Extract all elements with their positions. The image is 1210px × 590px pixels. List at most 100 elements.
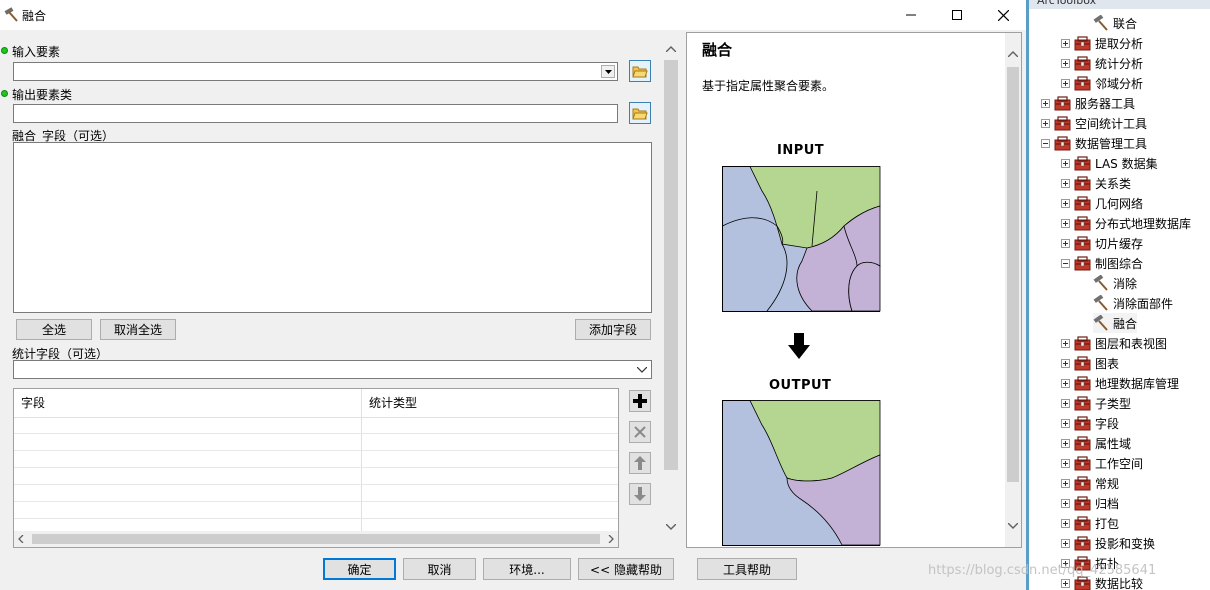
help-vertical-scrollbar[interactable]: [1005, 33, 1021, 547]
scroll-thumb[interactable]: [664, 60, 678, 470]
table-row[interactable]: [14, 485, 618, 502]
tree-item-toolset[interactable]: 关系类: [1061, 173, 1131, 193]
tree-item-toolset[interactable]: 图表: [1061, 353, 1119, 373]
tree-item-tool[interactable]: 消除面部件: [1093, 293, 1173, 313]
collapse-icon[interactable]: [1061, 258, 1070, 268]
expand-icon[interactable]: [1061, 438, 1070, 448]
tree-item-toolset[interactable]: 属性域: [1061, 433, 1131, 453]
table-row[interactable]: [14, 451, 618, 468]
expand-icon[interactable]: [1061, 538, 1070, 548]
tree-item-tool[interactable]: 融合: [1093, 313, 1138, 333]
scroll-up-icon[interactable]: [1008, 51, 1018, 57]
table-horizontal-scrollbar[interactable]: [14, 531, 618, 547]
tree-item-toolset[interactable]: 图层和表视图: [1061, 333, 1167, 353]
help-panel: 融合 基于指定属性聚合要素。 INPUT OUTPUT: [686, 32, 1022, 548]
tree-item-toolset[interactable]: 空间统计工具: [1041, 113, 1147, 133]
table-row[interactable]: [14, 434, 618, 451]
expand-icon[interactable]: [1061, 338, 1070, 348]
maximize-button[interactable]: [934, 0, 980, 30]
add-field-button[interactable]: 添加字段: [575, 319, 651, 340]
expand-icon[interactable]: [1061, 38, 1070, 48]
table-row[interactable]: [14, 468, 618, 485]
tree-item-toolset[interactable]: 归档: [1061, 493, 1119, 513]
expand-icon[interactable]: [1061, 498, 1070, 508]
tree-item-toolset[interactable]: 服务器工具: [1041, 93, 1135, 113]
expand-icon[interactable]: [1061, 378, 1070, 388]
expand-icon[interactable]: [1061, 78, 1070, 88]
table-row[interactable]: [14, 417, 618, 434]
expand-icon[interactable]: [1061, 58, 1070, 68]
tree-item-toolset[interactable]: 地理数据库管理: [1061, 373, 1179, 393]
table-row[interactable]: [14, 502, 618, 519]
column-header-stat-type[interactable]: 统计类型: [362, 389, 618, 417]
close-button[interactable]: [980, 0, 1026, 30]
scroll-down-icon[interactable]: [666, 524, 676, 530]
hide-help-button[interactable]: << 隐藏帮助: [578, 558, 674, 580]
environments-button[interactable]: 环境...: [483, 558, 571, 580]
tree-item-toolset[interactable]: LAS 数据集: [1061, 153, 1158, 173]
tool-help-button[interactable]: 工具帮助: [697, 558, 797, 580]
watermark: https://blog.csdn.net/qq_42585641: [928, 563, 1157, 578]
move-down-button[interactable]: [629, 483, 651, 505]
scroll-thumb[interactable]: [32, 534, 600, 544]
dropdown-button[interactable]: [601, 65, 615, 78]
scroll-thumb[interactable]: [1007, 67, 1019, 482]
column-header-field[interactable]: 字段: [14, 389, 362, 417]
tree-item-toolset[interactable]: 分布式地理数据库: [1061, 213, 1191, 233]
tree-item-label: 图表: [1095, 356, 1120, 371]
tree-item-tool[interactable]: 联合: [1093, 13, 1137, 33]
tree-item-tool[interactable]: 消除: [1093, 273, 1137, 293]
select-all-button[interactable]: 全选: [16, 319, 92, 340]
tree-item-label: 服务器工具: [1075, 96, 1136, 111]
expand-icon[interactable]: [1061, 478, 1070, 488]
expand-icon[interactable]: [1061, 358, 1070, 368]
tree-item-toolset[interactable]: 统计分析: [1061, 53, 1143, 73]
output-class-input[interactable]: [13, 104, 618, 123]
tree-item-toolset[interactable]: 切片缓存: [1061, 233, 1143, 253]
expand-icon[interactable]: [1061, 458, 1070, 468]
cancel-button[interactable]: 取消: [403, 558, 476, 580]
scroll-right-icon[interactable]: [608, 535, 614, 543]
dissolve-fields-list[interactable]: [13, 142, 652, 313]
tree-item-toolset[interactable]: 邻域分析: [1061, 73, 1143, 93]
scroll-down-icon[interactable]: [1008, 523, 1018, 529]
expand-icon[interactable]: [1061, 178, 1070, 188]
minimize-button[interactable]: [888, 0, 934, 30]
expand-icon[interactable]: [1061, 238, 1070, 248]
tree-item-toolset[interactable]: 常规: [1061, 473, 1119, 493]
scroll-left-icon[interactable]: [18, 535, 24, 543]
hammer-icon: [4, 7, 18, 22]
expand-icon[interactable]: [1041, 98, 1050, 108]
input-features-combobox[interactable]: [13, 62, 618, 81]
add-row-button[interactable]: [629, 390, 651, 412]
tree-item-toolset[interactable]: 提取分析: [1061, 33, 1143, 53]
expand-icon[interactable]: [1061, 198, 1070, 208]
ok-button[interactable]: 确定: [323, 558, 396, 580]
tree-item-toolset[interactable]: 几何网络: [1061, 193, 1143, 213]
statistics-table[interactable]: 字段 统计类型: [13, 388, 619, 548]
tree-item-toolset[interactable]: 字段: [1061, 413, 1119, 433]
browse-output-button[interactable]: [629, 102, 651, 124]
tree-item-toolset[interactable]: 数据管理工具: [1041, 133, 1147, 153]
move-up-button[interactable]: [629, 452, 651, 474]
tree-item-toolset[interactable]: 投影和变换: [1061, 533, 1155, 553]
expand-icon[interactable]: [1061, 418, 1070, 428]
statistics-field-combobox[interactable]: [13, 360, 652, 379]
tree-item-toolset[interactable]: 制图综合: [1061, 253, 1143, 273]
collapse-icon[interactable]: [1041, 138, 1050, 148]
expand-icon[interactable]: [1061, 578, 1070, 588]
tree-item-toolset[interactable]: 工作空间: [1061, 453, 1143, 473]
delete-row-button[interactable]: [629, 421, 651, 443]
scroll-up-icon[interactable]: [666, 46, 676, 52]
tree-item-toolset[interactable]: 打包: [1061, 513, 1119, 533]
unselect-all-button[interactable]: 取消全选: [100, 319, 176, 340]
browse-input-button[interactable]: [629, 60, 651, 82]
hammer-icon: [1093, 315, 1108, 331]
expand-icon[interactable]: [1061, 218, 1070, 228]
tree-item-toolset[interactable]: 子类型: [1061, 393, 1131, 413]
expand-icon[interactable]: [1061, 518, 1070, 528]
expand-icon[interactable]: [1061, 158, 1070, 168]
expand-icon[interactable]: [1061, 398, 1070, 408]
expand-icon[interactable]: [1041, 118, 1050, 128]
form-vertical-scrollbar[interactable]: [661, 38, 681, 540]
